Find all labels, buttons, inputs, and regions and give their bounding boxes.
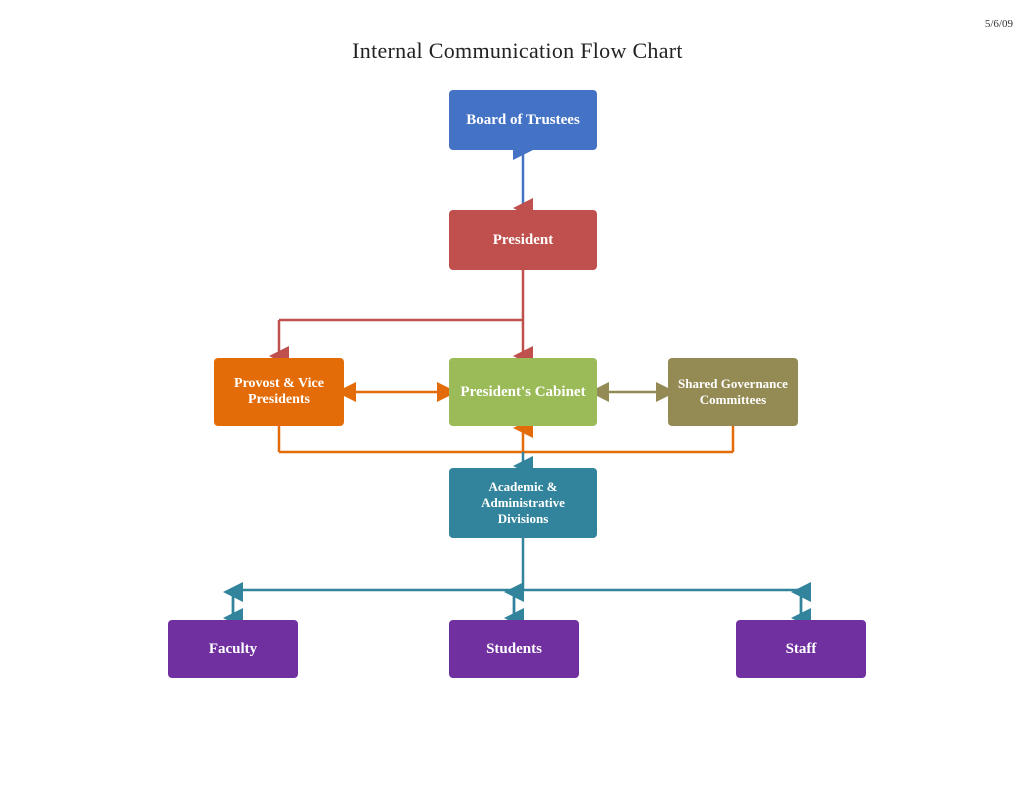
faculty-box: Faculty xyxy=(168,620,298,678)
president-box: President xyxy=(449,210,597,270)
presidents-cabinet-box: President's Cabinet xyxy=(449,358,597,426)
shared-governance-box: Shared Governance Committees xyxy=(668,358,798,426)
students-box: Students xyxy=(449,620,579,678)
board-of-trustees-box: Board of Trustees xyxy=(449,90,597,150)
staff-box: Staff xyxy=(736,620,866,678)
chart-title: Internal Communication Flow Chart xyxy=(0,38,1035,64)
provost-vice-presidents-box: Provost & Vice Presidents xyxy=(214,358,344,426)
academic-divisions-box: Academic & Administrative Divisions xyxy=(449,468,597,538)
date-label: 5/6/09 xyxy=(985,18,1013,30)
